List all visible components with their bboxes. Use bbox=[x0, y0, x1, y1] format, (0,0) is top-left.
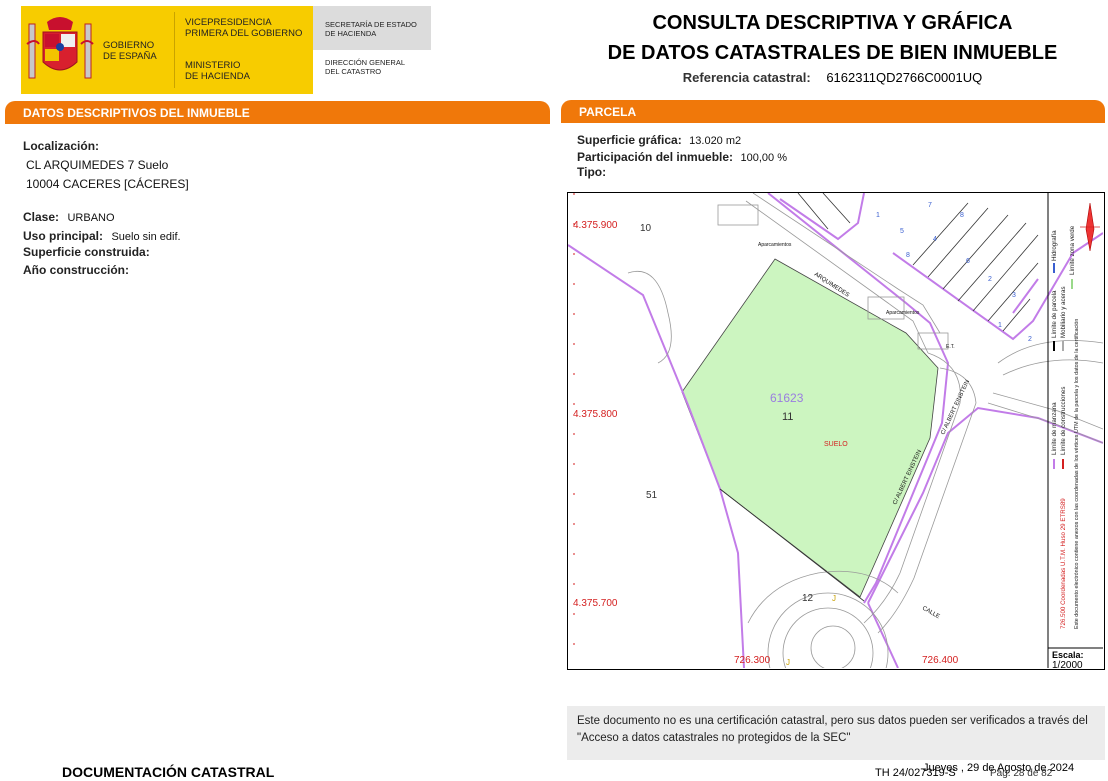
direccion-text: DIRECCIÓN GENERAL DEL CATASTRO bbox=[325, 58, 406, 76]
svg-text:7: 7 bbox=[928, 202, 932, 209]
page-title: CONSULTA DESCRIPTIVA Y GRÁFICA DE DATOS … bbox=[607, 12, 1058, 64]
footer-page: Pág. 28 de 82 bbox=[990, 768, 1053, 779]
cadastral-map[interactable]: 157 848 623 12 4.375.900 4.375.800 4.375… bbox=[567, 192, 1105, 670]
svg-text:6: 6 bbox=[966, 258, 970, 265]
x-label-1: 726.300 bbox=[734, 655, 771, 666]
gobierno-text: GOBIERNO DE ESPAÑA bbox=[103, 40, 157, 62]
escala-label: Escala: bbox=[1052, 650, 1084, 660]
neighbor-10: 10 bbox=[640, 223, 652, 234]
ref-label: Referencia catastral: bbox=[682, 70, 811, 85]
secretaria-block: SECRETARÍA DE ESTADO DE HACIENDA bbox=[313, 6, 431, 50]
neighbor-51: 51 bbox=[646, 490, 658, 501]
legend-manzana: Límite de manzana bbox=[1051, 402, 1058, 455]
suelo-label: SUELO bbox=[824, 441, 848, 448]
parcela-section-header: PARCELA bbox=[561, 100, 1105, 122]
tipo-label: Tipo: bbox=[577, 165, 607, 179]
uso-row: Uso principal: Suelo sin edif. bbox=[23, 229, 181, 243]
referencia-catastral: Referencia catastral: 6162311QD2766C0001… bbox=[560, 70, 1105, 85]
secretaria-text: SECRETARÍA DE ESTADO DE HACIENDA bbox=[325, 20, 417, 38]
y-label-1: 4.375.900 bbox=[573, 220, 618, 231]
svg-text:2: 2 bbox=[988, 276, 992, 283]
clase-row: Clase: URBANO bbox=[23, 210, 115, 224]
legend-coords: 726.500 Coordenadas U.T.M. Huso 29 ETRS8… bbox=[1060, 498, 1067, 629]
north-arrow-icon bbox=[1080, 202, 1100, 252]
j-mark: J bbox=[832, 594, 836, 603]
vicepresidencia-text: VICEPRESIDENCIA PRIMERA DEL GOBIERNO bbox=[185, 17, 303, 39]
svg-text:8: 8 bbox=[906, 252, 910, 259]
datos-section-header: DATOS DESCRIPTIVOS DEL INMUEBLE bbox=[5, 101, 550, 123]
superficie-construida-label: Superficie construida: bbox=[23, 245, 150, 259]
street-number-markers: 1 5 7 8 4 8 6 2 3 1 2 bbox=[876, 202, 1032, 343]
parcel-ref-label: 61623 bbox=[770, 391, 804, 405]
svg-text:3: 3 bbox=[1012, 292, 1016, 299]
legend-hidrografia: Hidrografía bbox=[1051, 230, 1058, 261]
svg-text:1: 1 bbox=[876, 212, 880, 219]
legend-zona-verde: Límite zona verde bbox=[1069, 225, 1076, 275]
svg-text:4: 4 bbox=[933, 236, 937, 243]
legend-construcciones: Límite de construcciones bbox=[1060, 387, 1067, 455]
aparcamientos-label: Aparcamientos bbox=[758, 242, 792, 248]
svg-text:5: 5 bbox=[900, 228, 904, 235]
y-label-2: 4.375.800 bbox=[573, 409, 618, 420]
parcel-number: 11 bbox=[782, 411, 793, 423]
svg-text:2: 2 bbox=[1028, 336, 1032, 343]
ref-value: 6162311QD2766C0001UQ bbox=[826, 70, 983, 85]
ministerio-text: MINISTERIO DE HACIENDA bbox=[185, 60, 250, 82]
section-divider bbox=[5, 123, 550, 124]
x-label-2: 726.400 bbox=[922, 655, 959, 666]
map-svg: 157 848 623 12 4.375.900 4.375.800 4.375… bbox=[568, 193, 1103, 668]
j-mark: J bbox=[786, 658, 790, 667]
localizacion-line2: 10004 CACERES [CÁCERES] bbox=[26, 177, 189, 191]
street-calle: CALLE bbox=[921, 606, 940, 621]
government-logo-block: GOBIERNO DE ESPAÑA VICEPRESIDENCIA PRIMERA… bbox=[21, 6, 313, 94]
aparcamientos-label: Aparcamientos bbox=[886, 310, 920, 316]
legend-note: Este documento electrónico contiene anex… bbox=[1074, 319, 1080, 629]
localizacion-line1: CL ARQUIMEDES 7 Suelo bbox=[26, 158, 169, 172]
verification-note: Este documento no es una certificación c… bbox=[567, 706, 1105, 760]
legend-parcela: Límite de parcela bbox=[1051, 290, 1058, 338]
footer-doc-title: DOCUMENTACIÓN CATASTRAL bbox=[62, 764, 275, 780]
participacion-row: Participación del inmueble: 100,00 % bbox=[577, 150, 787, 164]
legend-mobiliario: Mobiliario y aceras bbox=[1060, 286, 1067, 338]
escala-value: 1/2000 bbox=[1052, 660, 1083, 668]
anio-construccion-label: Año construcción: bbox=[23, 263, 130, 277]
localizacion-label: Localización: bbox=[23, 139, 100, 153]
svg-text:1: 1 bbox=[998, 322, 1002, 329]
superficie-grafica-row: Superficie gráfica: 13.020 m2 bbox=[577, 133, 742, 147]
svg-text:8: 8 bbox=[960, 212, 964, 219]
y-label-3: 4.375.700 bbox=[573, 598, 618, 609]
et-label: E.T. bbox=[946, 344, 955, 350]
neighbor-12: 12 bbox=[802, 593, 814, 604]
coat-of-arms-icon bbox=[26, 17, 94, 79]
section-divider bbox=[561, 122, 1105, 123]
